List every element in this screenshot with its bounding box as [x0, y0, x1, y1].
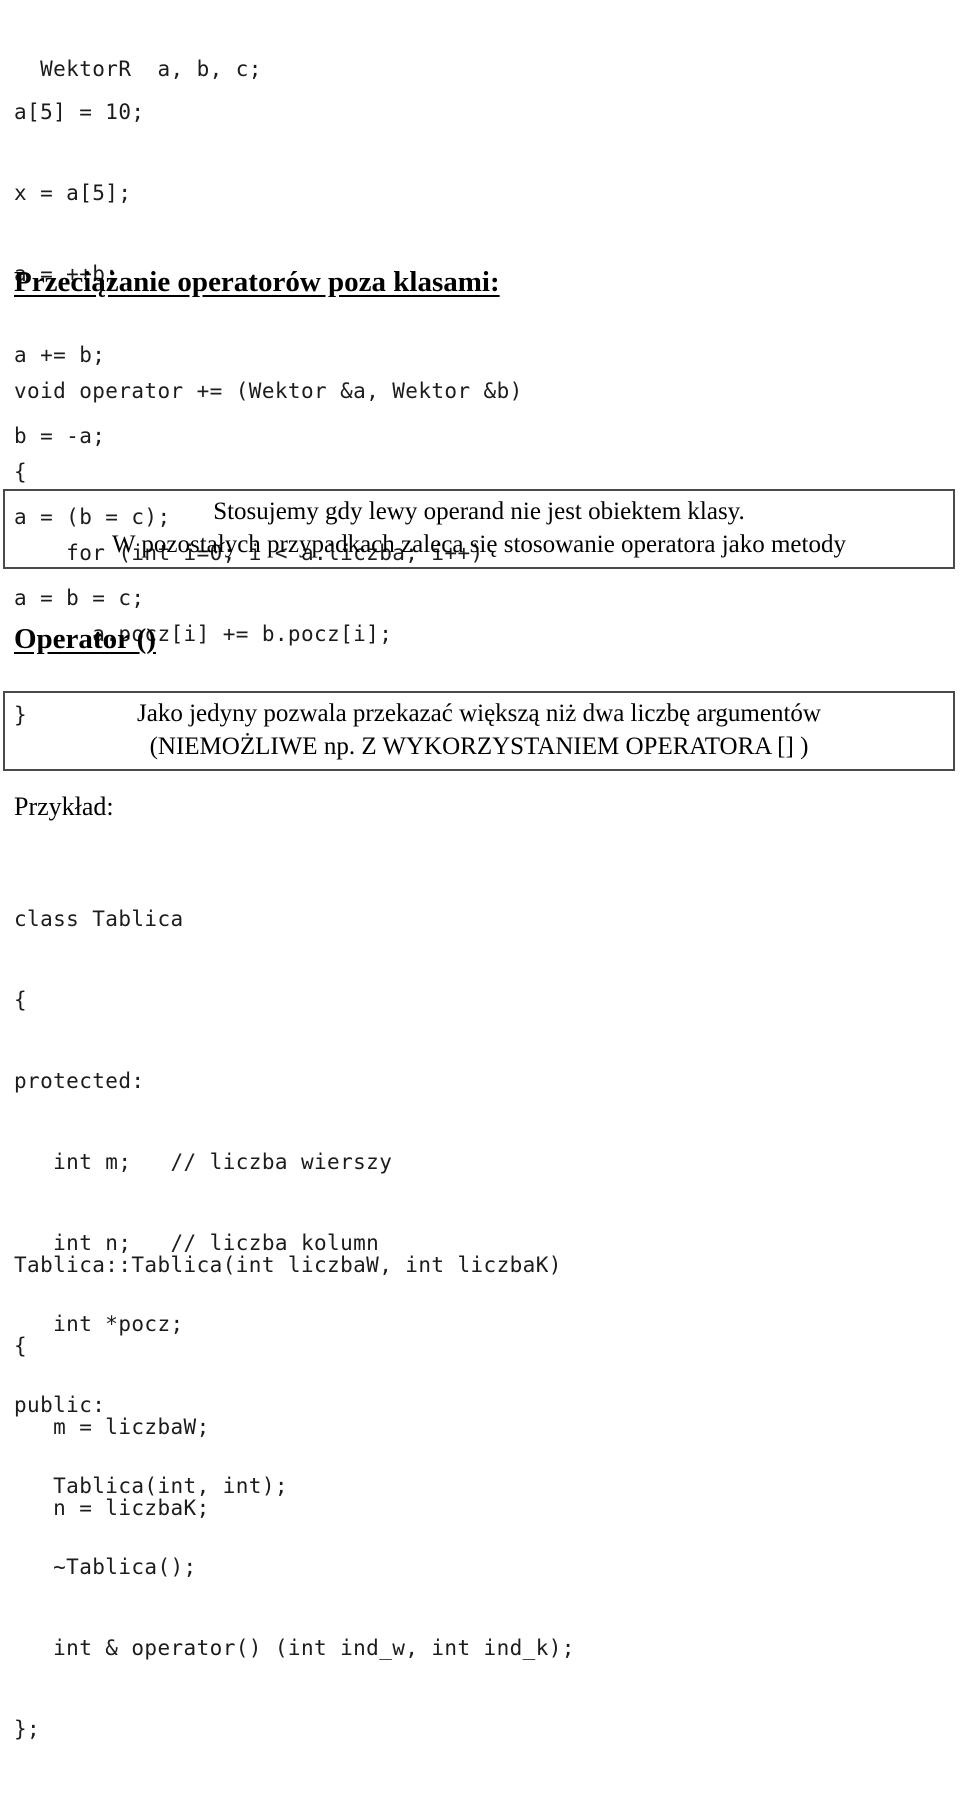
heading-text: Przykład: [14, 792, 114, 821]
code-line: n = liczbaK; [14, 1496, 210, 1520]
code-block-constructor-tablica: Tablica::Tablica(int liczbaW, int liczba… [14, 1198, 562, 1576]
document-page: WektorR a, b, c; a[5] = 10; x = a[5]; a … [0, 0, 960, 1741]
code-line: x = a[5]; [14, 181, 132, 205]
callout-box-args-note: Jako jedyny pozwala przekazać większą ni… [3, 691, 955, 771]
code-line: a[5] = 10; [14, 100, 145, 124]
code-line: protected: [14, 1069, 145, 1093]
callout-line: W pozostałych przypadkach zaleca się sto… [112, 531, 846, 558]
callout-line: (NIEMOŻLIWE np. Z WYKORZYSTANIEM OPERATO… [149, 733, 809, 760]
callout-line: Jako jedyny pozwala przekazać większą ni… [137, 700, 821, 727]
code-line: void operator += (Wektor &a, Wektor &b) [14, 379, 523, 403]
code-line: Tablica::Tablica(int liczbaW, int liczba… [14, 1253, 562, 1277]
code-line: { [14, 1334, 28, 1358]
code-line: class Tablica [14, 907, 184, 931]
code-line: int & operator() (int ind_w, int ind_k); [14, 1636, 575, 1660]
section-heading-overloading: Przeciążanie operatorów poza klasami: [14, 265, 500, 299]
callout-box-usage-note: Stosujemy gdy lewy operand nie jest obie… [3, 489, 955, 569]
code-line: }; [14, 1717, 41, 1741]
section-heading-operator-call: Operator () [14, 622, 156, 656]
code-line: int m; // liczba wierszy [14, 1150, 393, 1174]
callout-line: Stosujemy gdy lewy operand nie jest obie… [213, 498, 745, 525]
section-heading-example: Przykład: [14, 792, 114, 822]
heading-text: Przeciążanie operatorów poza klasami: [14, 266, 500, 298]
code-line: { [14, 460, 28, 484]
code-line: m = liczbaW; [14, 1415, 210, 1439]
heading-text: Operator () [14, 623, 156, 655]
code-line: { [14, 988, 28, 1012]
